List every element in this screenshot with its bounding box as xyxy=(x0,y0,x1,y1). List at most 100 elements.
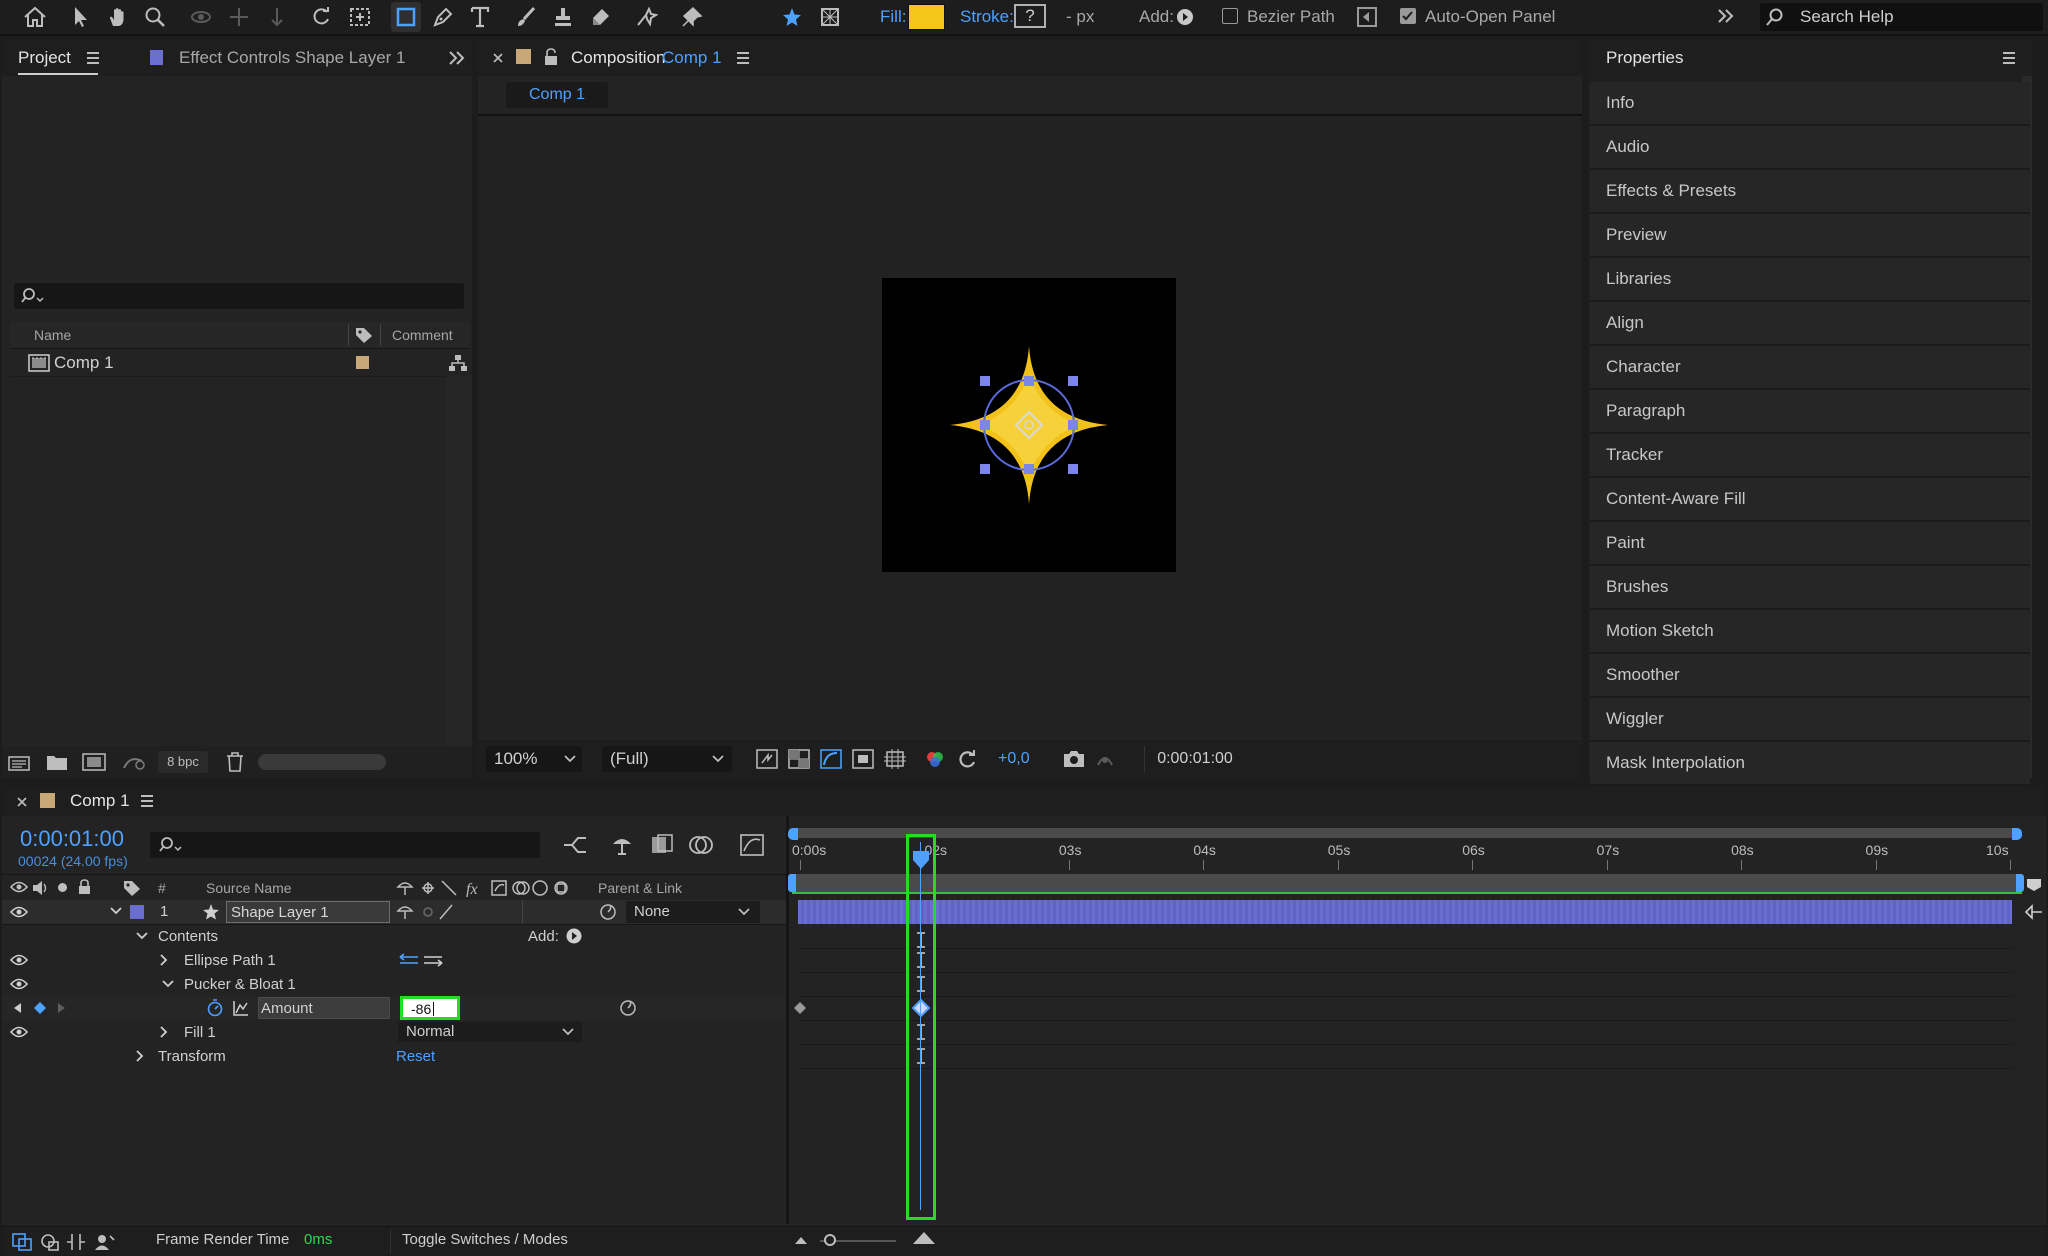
layer-switches-pane-icon[interactable] xyxy=(12,1233,32,1251)
col-parent-link-label[interactable]: Parent & Link xyxy=(598,880,682,896)
project-item-row[interactable]: Comp 1 xyxy=(10,350,470,377)
chevron-down-icon[interactable] xyxy=(110,907,122,915)
fast-previews-icon[interactable] xyxy=(756,749,778,769)
time-ruler[interactable]: 0:00s 02s 03s 04s 05s 06s 07s 08s 09s 10s xyxy=(792,842,2022,872)
video-visibility-icon[interactable] xyxy=(10,880,28,894)
properties-item-paragraph[interactable]: Paragraph xyxy=(1590,390,2030,434)
expression-pick-whip-icon[interactable] xyxy=(618,999,638,1017)
time-navigator[interactable] xyxy=(792,828,2022,838)
properties-item-libraries[interactable]: Libraries xyxy=(1590,258,2030,302)
orbit-camera-icon[interactable] xyxy=(186,2,216,32)
work-area-bar[interactable] xyxy=(792,874,2022,892)
close-icon[interactable] xyxy=(492,52,504,64)
comp-subtab[interactable]: Comp 1 xyxy=(506,82,608,108)
panel-menu-icon[interactable] xyxy=(86,52,100,64)
layer-switches[interactable] xyxy=(396,903,476,921)
transparency-grid-icon[interactable] xyxy=(788,749,810,769)
properties-item-align[interactable]: Align xyxy=(1590,302,2030,346)
stroke-width-value[interactable]: - px xyxy=(1066,7,1094,27)
amount-value-input[interactable]: -86 xyxy=(400,996,460,1020)
add-menu-icon[interactable] xyxy=(566,928,582,944)
panel-overflow-icon[interactable] xyxy=(448,50,466,66)
modes-pane-icon[interactable] xyxy=(40,1233,60,1251)
properties-item-wiggler[interactable]: Wiggler xyxy=(1590,698,2030,742)
timeline-tab[interactable]: Comp 1 xyxy=(70,791,130,811)
ellipse-path-row[interactable]: Ellipse Path 1 xyxy=(2,948,788,972)
rectangle-tool-icon[interactable] xyxy=(391,2,421,32)
blend-mode-dropdown[interactable]: Normal xyxy=(398,1022,582,1042)
timeline-zoom-thumb[interactable] xyxy=(824,1234,836,1246)
pen-tool-icon[interactable] xyxy=(428,2,458,32)
fill-swatch[interactable] xyxy=(908,4,945,30)
bezier-path-checkbox[interactable] xyxy=(1222,8,1238,24)
properties-item-character[interactable]: Character xyxy=(1590,346,2030,390)
reset-link[interactable]: Reset xyxy=(396,1048,435,1065)
stopwatch-icon[interactable] xyxy=(206,999,224,1017)
dependency-icon[interactable] xyxy=(120,753,146,771)
prev-keyframe-icon[interactable] xyxy=(14,1003,22,1013)
chevron-down-icon[interactable] xyxy=(162,980,174,988)
properties-item-preview[interactable]: Preview xyxy=(1590,214,2030,258)
composition-tab-name[interactable]: Comp 1 xyxy=(662,48,722,68)
lock-icon[interactable] xyxy=(78,879,91,895)
navigator-start-handle[interactable] xyxy=(788,828,798,840)
eye-icon[interactable] xyxy=(10,905,28,919)
properties-item-tracker[interactable]: Tracker xyxy=(1590,434,2030,478)
properties-item-smoother[interactable]: Smoother xyxy=(1590,654,2030,698)
frame-blending-icon[interactable] xyxy=(650,834,674,856)
solo-icon[interactable] xyxy=(58,883,67,892)
transform-row[interactable]: Transform Reset xyxy=(2,1044,788,1068)
brush-tool-icon[interactable] xyxy=(511,2,541,32)
properties-item-effects-presets[interactable]: Effects & Presets xyxy=(1590,170,2030,214)
toggle-switches-modes[interactable]: Toggle Switches / Modes xyxy=(402,1231,568,1248)
eraser-tool-icon[interactable] xyxy=(585,2,615,32)
keyframe-marker[interactable] xyxy=(794,1002,806,1014)
type-tool-icon[interactable] xyxy=(465,2,495,32)
properties-item-audio[interactable]: Audio xyxy=(1590,126,2030,170)
label-tag-icon[interactable] xyxy=(122,879,142,897)
rotation-tool-icon[interactable] xyxy=(306,2,336,32)
puppet-pin-icon[interactable] xyxy=(677,2,707,32)
properties-item-info[interactable]: Info xyxy=(1590,82,2030,126)
eye-icon[interactable] xyxy=(10,977,28,991)
new-composition-icon[interactable] xyxy=(82,753,106,771)
col-source-name-label[interactable]: Source Name xyxy=(206,880,292,896)
mask-visibility-icon[interactable] xyxy=(820,749,842,769)
comp-marker-bin-icon[interactable] xyxy=(2026,878,2042,892)
in-out-pane-icon[interactable] xyxy=(66,1233,86,1251)
properties-item-motion-sketch[interactable]: Motion Sketch xyxy=(1590,610,2030,654)
composition-canvas[interactable] xyxy=(882,278,1176,572)
work-area-start[interactable] xyxy=(788,874,796,892)
panel-menu-icon[interactable] xyxy=(736,52,750,64)
work-area-end[interactable] xyxy=(2016,874,2024,892)
dolly-camera-icon[interactable] xyxy=(262,2,292,32)
pan-camera-icon[interactable] xyxy=(224,2,254,32)
col-comment-label[interactable]: Comment xyxy=(392,327,453,343)
next-keyframe-icon[interactable] xyxy=(58,1003,66,1013)
grid-option-icon[interactable] xyxy=(815,2,845,32)
parent-dropdown[interactable]: None xyxy=(626,901,760,923)
properties-item-content-aware-fill[interactable]: Content-Aware Fill xyxy=(1590,478,2030,522)
current-time-display[interactable]: 0:00:01:00 xyxy=(1144,746,1245,772)
amount-property-box[interactable]: Amount xyxy=(258,997,390,1019)
properties-item-brushes[interactable]: Brushes xyxy=(1590,566,2030,610)
close-icon[interactable] xyxy=(16,796,28,808)
bit-depth-button[interactable]: 8 bpc xyxy=(158,751,208,773)
eye-icon[interactable] xyxy=(10,953,28,967)
composition-tab-prefix[interactable]: Composition xyxy=(571,48,666,68)
new-folder-icon[interactable] xyxy=(46,753,68,771)
zoom-out-icon[interactable] xyxy=(794,1235,808,1245)
project-search-input[interactable] xyxy=(14,283,464,309)
snapshot-camera-icon[interactable] xyxy=(1062,749,1086,769)
panel-menu-icon[interactable] xyxy=(140,795,154,807)
layer-duration-bar[interactable] xyxy=(798,900,2012,924)
render-time-pane-icon[interactable] xyxy=(94,1233,116,1251)
zoom-in-icon[interactable] xyxy=(912,1231,936,1245)
graph-editor-icon[interactable] xyxy=(740,834,764,856)
eye-icon[interactable] xyxy=(10,1025,28,1039)
channel-icon[interactable] xyxy=(924,749,946,769)
layer-row[interactable]: 1 Shape Layer 1 None xyxy=(2,900,788,925)
chevron-right-icon[interactable] xyxy=(160,954,168,966)
timeline-search-input[interactable] xyxy=(150,832,540,858)
star-option-icon[interactable] xyxy=(777,2,807,32)
